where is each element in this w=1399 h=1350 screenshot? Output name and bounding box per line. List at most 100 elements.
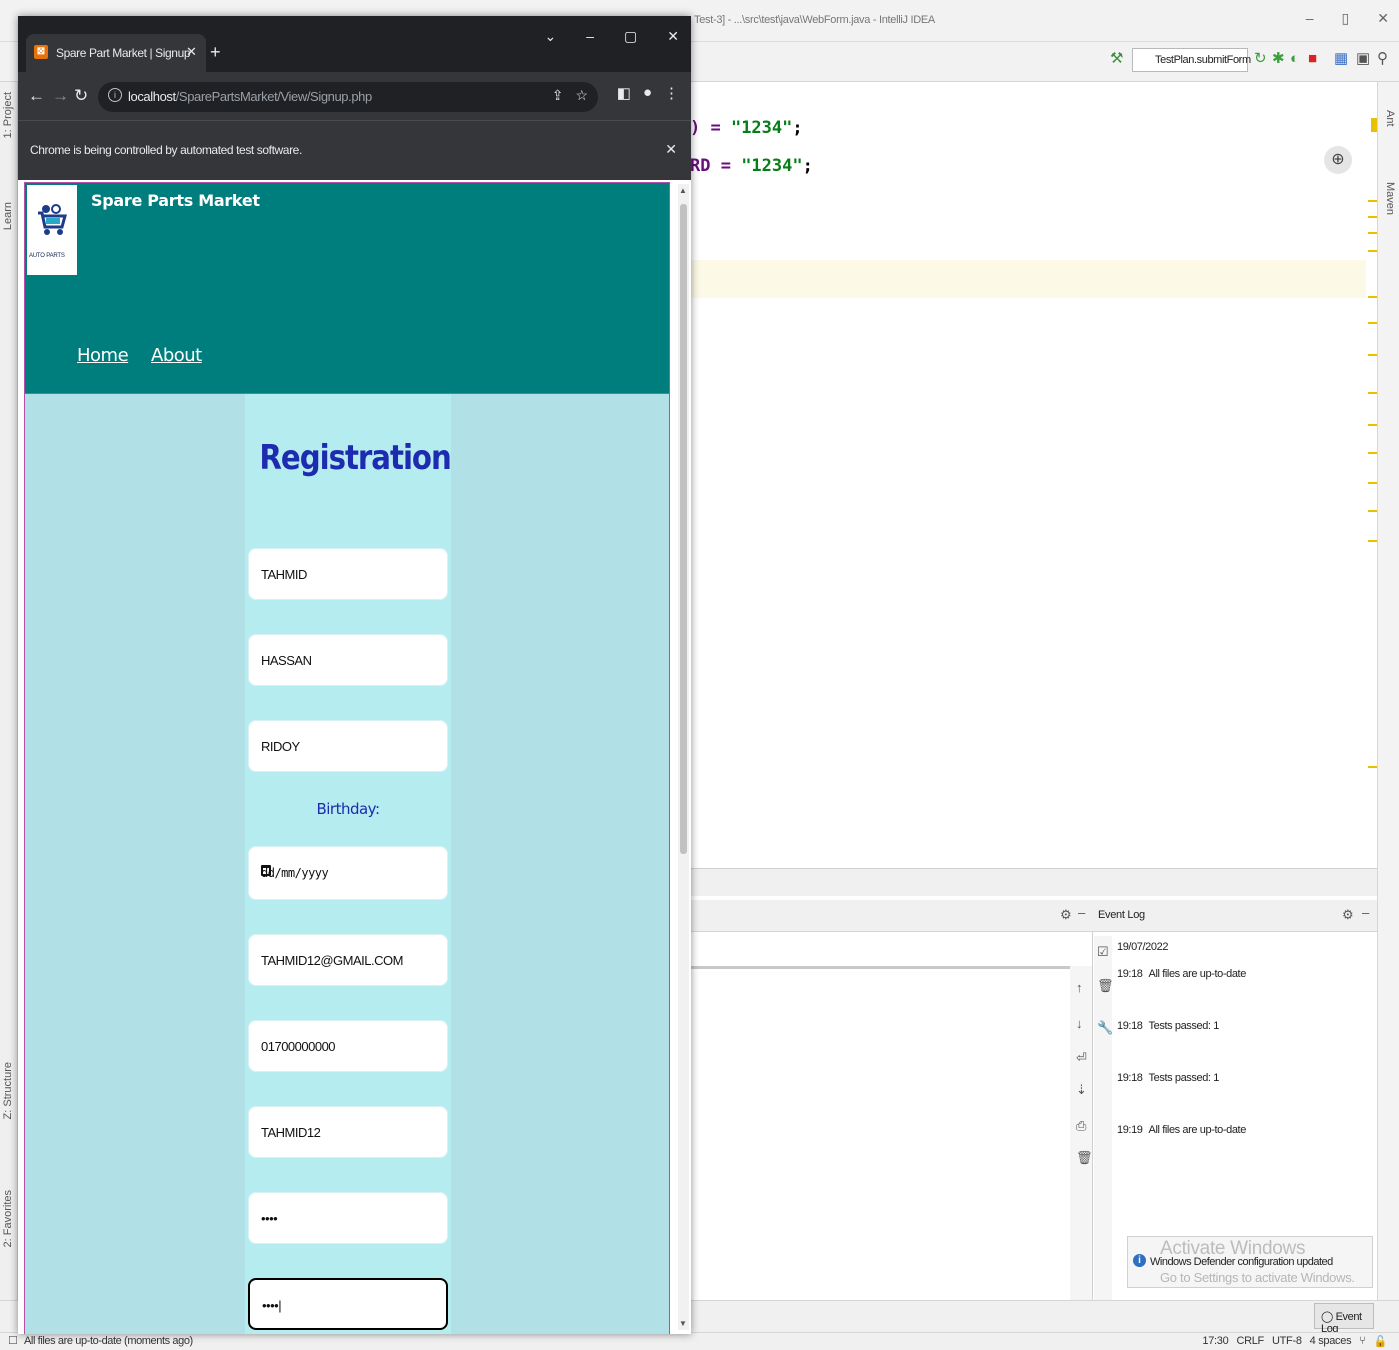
run-config-select[interactable]: TestPlan.submitForm ⌄ bbox=[1132, 48, 1251, 72]
new-tab-icon[interactable]: + bbox=[210, 42, 221, 63]
browser-tab[interactable]: ⊠ Spare Part Market | Signup ✕ bbox=[26, 34, 206, 72]
run-panel-header bbox=[690, 900, 1092, 932]
scroll-up-icon[interactable]: ▲ bbox=[679, 186, 687, 195]
scroll-down-icon[interactable]: ▼ bbox=[679, 1319, 687, 1328]
file-encoding[interactable]: UTF-8 bbox=[1272, 1335, 1302, 1348]
back-icon[interactable]: ← bbox=[28, 86, 45, 106]
close-icon[interactable]: ✕ bbox=[665, 141, 677, 158]
code-semicolon: ; bbox=[792, 118, 803, 138]
stop-icon[interactable]: ■ bbox=[1308, 50, 1317, 68]
tab-project[interactable]: 1: Project bbox=[2, 92, 14, 138]
project-structure-icon[interactable]: ▦ bbox=[1334, 50, 1348, 68]
tab-favorites[interactable]: 2: Favorites bbox=[2, 1190, 14, 1247]
middle-name-field[interactable]: HASSAN bbox=[248, 634, 448, 686]
rerun-icon[interactable]: ↻ bbox=[1254, 50, 1267, 68]
coverage-icon[interactable]: ◐ bbox=[1290, 50, 1299, 68]
debug-icon[interactable]: ✱ bbox=[1272, 50, 1285, 68]
terminal-icon[interactable]: ▣ bbox=[1356, 50, 1370, 68]
scrollbar-thumb[interactable] bbox=[680, 204, 687, 854]
nav-about-link[interactable]: About bbox=[151, 345, 202, 366]
left-tool-strip: 1: Project Learn Z: Structure 2: Favorit… bbox=[0, 82, 18, 1332]
site-name: Spare Parts Market bbox=[91, 191, 260, 210]
error-stripe-mark bbox=[1368, 424, 1377, 426]
chrome-window: ⊠ Spare Part Market | Signup ✕ + ⌄ – ▢ ✕… bbox=[18, 16, 691, 1334]
tab-ant[interactable]: Ant bbox=[1384, 110, 1396, 127]
mark-read-icon[interactable]: ☑ bbox=[1097, 944, 1109, 960]
confirm-password-field[interactable]: ••••| bbox=[248, 1278, 448, 1330]
site-info-icon[interactable]: i bbox=[108, 88, 122, 102]
arrow-down-icon[interactable]: ↓ bbox=[1076, 1016, 1083, 1031]
chrome-toolbar: ← → ↻ i localhost/SparePartsMarket/View/… bbox=[18, 72, 691, 120]
run-console[interactable] bbox=[690, 966, 1070, 1300]
wrench-icon[interactable]: 🔧 bbox=[1097, 1020, 1113, 1036]
reload-icon[interactable]: ↻ bbox=[74, 86, 88, 106]
side-panel-icon[interactable]: ◧ bbox=[617, 84, 631, 102]
tab-learn[interactable]: Learn bbox=[2, 202, 14, 230]
phone-field[interactable]: 01700000000 bbox=[248, 1020, 448, 1072]
status-toggle-icon[interactable]: ☐ bbox=[8, 1334, 18, 1347]
minimize-icon[interactable]: – bbox=[1306, 10, 1314, 27]
tab-structure[interactable]: Z: Structure bbox=[2, 1062, 14, 1119]
bookmark-star-icon[interactable]: ☆ bbox=[575, 87, 588, 104]
restore-icon[interactable]: ▯ bbox=[1342, 10, 1350, 27]
caret-position[interactable]: 17:30 bbox=[1202, 1335, 1228, 1348]
tab-search-icon[interactable]: ⌄ bbox=[545, 28, 557, 45]
build-hammer-icon[interactable]: ⚒ bbox=[1110, 50, 1123, 68]
error-stripe-mark bbox=[1368, 216, 1377, 218]
chrome-window-controls: ⌄ – ▢ ✕ bbox=[545, 28, 680, 45]
close-tab-icon[interactable]: ✕ bbox=[186, 44, 197, 60]
gear-icon[interactable]: ⚙ bbox=[1342, 907, 1354, 923]
maximize-icon[interactable]: ▢ bbox=[624, 28, 637, 45]
code-line: RD = "1234"; bbox=[690, 156, 813, 176]
hide-icon[interactable]: – bbox=[1362, 905, 1369, 920]
line-separator[interactable]: CRLF bbox=[1236, 1335, 1264, 1348]
first-name-field[interactable]: TAHMID bbox=[248, 548, 448, 600]
site-logo[interactable]: AUTO PARTS bbox=[27, 185, 77, 275]
scroll-to-end-icon[interactable]: ⇣ bbox=[1076, 1082, 1087, 1098]
email-field[interactable]: TAHMID12@GMAIL.COM bbox=[248, 934, 448, 986]
lock-icon[interactable]: 🔓 bbox=[1374, 1335, 1388, 1348]
event-text: Tests passed: 1 bbox=[1148, 1072, 1220, 1084]
close-icon[interactable]: ✕ bbox=[667, 28, 679, 45]
url-path: /SparePartsMarket/View/Signup.php bbox=[175, 89, 373, 104]
tool-window-separator bbox=[690, 868, 1377, 896]
nav-home-link[interactable]: Home bbox=[77, 345, 129, 366]
calendar-icon[interactable] bbox=[261, 865, 271, 876]
code-identifier: RD = bbox=[690, 156, 742, 176]
minimize-icon[interactable]: – bbox=[586, 28, 594, 45]
soft-wrap-icon[interactable]: ⏎ bbox=[1076, 1050, 1087, 1066]
first-name-value: TAHMID bbox=[261, 567, 307, 582]
username-value: TAHMID12 bbox=[261, 1125, 321, 1140]
username-field[interactable]: TAHMID12 bbox=[248, 1106, 448, 1158]
trash-icon[interactable]: 🗑 bbox=[1076, 1150, 1093, 1166]
arrow-up-icon[interactable]: ↑ bbox=[1076, 980, 1083, 995]
indent-setting[interactable]: 4 spaces bbox=[1310, 1335, 1352, 1348]
url-text: localhost/SparePartsMarket/View/Signup.p… bbox=[128, 89, 372, 104]
menu-kebab-icon[interactable]: ⋮ bbox=[664, 84, 679, 102]
tab-maven[interactable]: Maven bbox=[1384, 182, 1396, 215]
search-icon[interactable]: ⚲ bbox=[1377, 50, 1388, 68]
automation-infobar: Chrome is being controlled by automated … bbox=[18, 120, 691, 180]
password-field[interactable]: •••• bbox=[248, 1192, 448, 1244]
code-editor[interactable] bbox=[690, 82, 1377, 868]
event-time: 19:18 bbox=[1117, 1072, 1143, 1084]
gear-icon[interactable]: ⚙ bbox=[1060, 907, 1072, 923]
share-icon[interactable]: ⇪ bbox=[552, 87, 564, 104]
last-name-field[interactable]: RIDOY bbox=[248, 720, 448, 772]
address-bar[interactable]: i localhost/SparePartsMarket/View/Signup… bbox=[98, 82, 598, 112]
birthday-date-field[interactable]: dd/mm/yyyy bbox=[248, 846, 448, 900]
forward-icon[interactable]: → bbox=[52, 86, 69, 106]
profile-icon[interactable]: ● bbox=[643, 84, 652, 102]
error-stripe-mark bbox=[1368, 510, 1377, 512]
event-text: All files are up-to-date bbox=[1148, 968, 1247, 980]
trash-icon[interactable]: 🗑 bbox=[1097, 978, 1114, 994]
cart-icon bbox=[38, 204, 67, 235]
hide-icon[interactable]: – bbox=[1078, 905, 1085, 920]
print-icon[interactable]: ⎙ bbox=[1076, 1118, 1086, 1134]
page-viewport[interactable]: AUTO PARTS Spare Parts Market Home About… bbox=[18, 180, 691, 1334]
close-icon[interactable]: ✕ bbox=[1377, 10, 1389, 27]
vcs-icon[interactable]: ⑂ bbox=[1359, 1335, 1366, 1348]
event-log-tab[interactable]: ◯ Event Log bbox=[1314, 1303, 1374, 1335]
page-scrollbar[interactable]: ▲ ▼ bbox=[678, 184, 689, 1330]
editor-floating-icon[interactable]: ⊕ bbox=[1324, 146, 1352, 174]
